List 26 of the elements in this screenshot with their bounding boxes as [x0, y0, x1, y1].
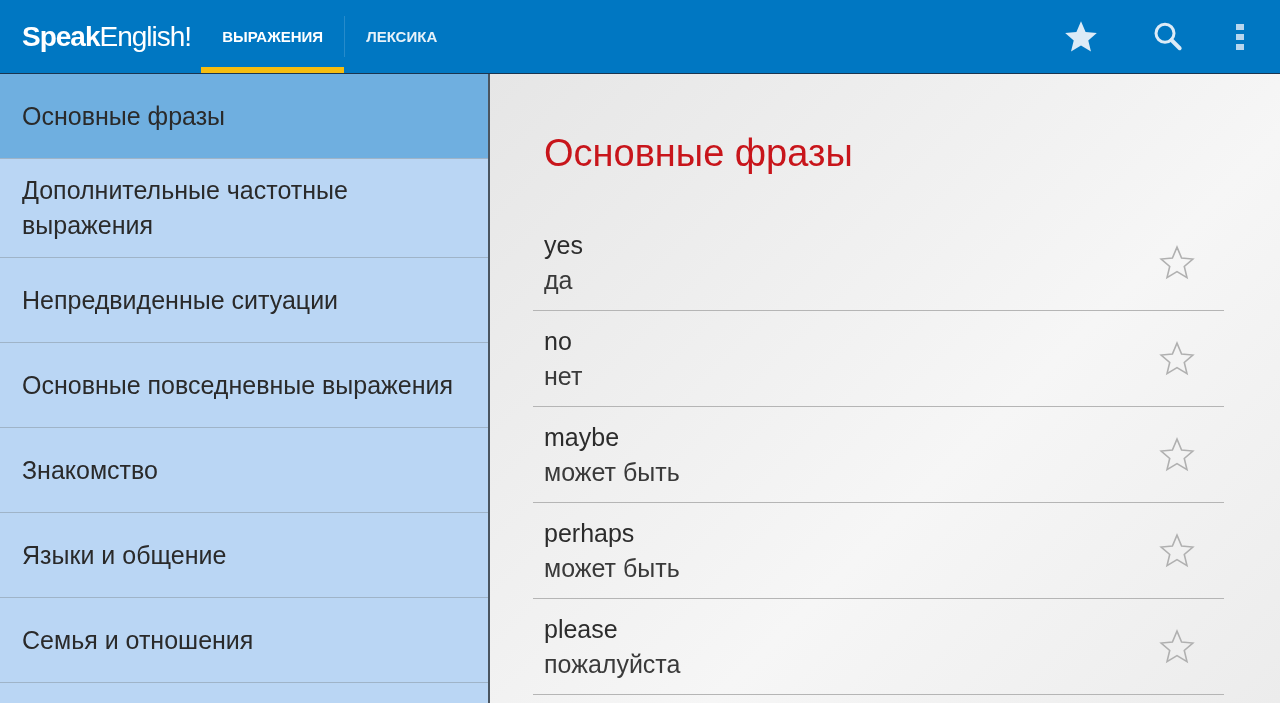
favorite-star-icon[interactable] — [1158, 243, 1196, 282]
favorite-star-icon[interactable] — [1158, 339, 1196, 378]
russian-translation: пожалуйста — [544, 649, 682, 679]
english-phrase: please — [544, 614, 619, 644]
category-item[interactable]: Непредвиденные ситуации — [0, 258, 488, 343]
menu-icon[interactable] — [1236, 23, 1244, 50]
russian-translation: нет — [544, 361, 584, 391]
english-phrase: no — [544, 326, 573, 356]
russian-translation: может быть — [544, 457, 681, 487]
english-phrase: perhaps — [544, 518, 636, 548]
category-item[interactable]: Основные повседневные выражения — [0, 343, 488, 428]
category-item[interactable]: Дополнительные частотные выражения — [0, 159, 488, 258]
favorite-star-icon[interactable] — [1158, 435, 1196, 474]
category-item[interactable]: Знакомство — [0, 428, 488, 513]
category-item[interactable]: Семья и отношения — [0, 598, 488, 683]
english-phrase: yes — [544, 230, 584, 260]
russian-translation: может быть — [544, 553, 681, 583]
category-item[interactable]: Основные фразы — [0, 74, 488, 159]
favorite-star-icon[interactable] — [1158, 531, 1196, 570]
section-title: Основные фразы — [544, 132, 854, 175]
russian-translation: да — [544, 265, 574, 295]
app-logo: SpeakEnglish! — [21, 20, 193, 53]
category-item[interactable]: Языки и общение — [0, 513, 488, 598]
english-phrase: maybe — [544, 422, 621, 452]
favorite-star-icon[interactable] — [1158, 627, 1196, 666]
tab[interactable]: ЛЕКСИКА — [345, 0, 459, 73]
